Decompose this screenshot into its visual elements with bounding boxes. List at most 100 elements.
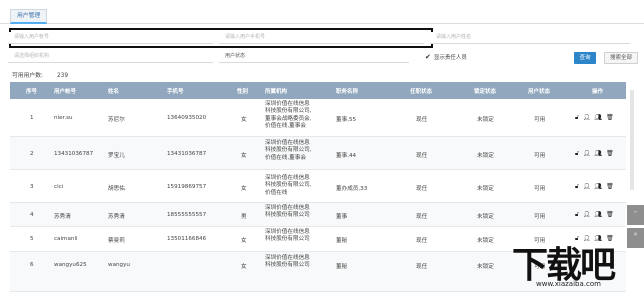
cell-account: 苏秀清 (54, 214, 71, 220)
user-count-label: 可用用户数: (12, 73, 43, 79)
lock-icon[interactable]: 🔓︎ (575, 211, 579, 219)
cell-phone: 13501166846 (167, 236, 207, 242)
trash-icon[interactable]: 🗑︎ (606, 211, 614, 219)
show-responsible-checkbox[interactable]: ✔ 显示责任人员 (425, 53, 467, 61)
user-icon[interactable]: 👤︎ (583, 183, 591, 191)
reset-button[interactable]: 搜索全部 (604, 52, 638, 64)
watermark-logo: 下载吧 www.xiazaiba.com (506, 236, 644, 292)
cell-title: 董秘 (336, 264, 348, 270)
cell-name: 胡思佑 (108, 186, 125, 192)
tab-bar: 用户管理 (0, 0, 644, 24)
cell-org: 深圳价值在线信息科技股份有限公司,价值在线 (265, 175, 312, 196)
header-phone: 手机号 (167, 89, 184, 95)
cell-org: 深圳价值在线信息科技股份有限公司 (265, 255, 310, 269)
header-gender: 性别 (237, 89, 249, 95)
header-name: 姓名 (108, 89, 120, 95)
cell-name: 苏秀清 (108, 214, 125, 220)
header-account: 用户帐号 (54, 89, 77, 95)
trash-icon[interactable]: 🗑︎ (606, 114, 614, 122)
cell-lock: 未锁定 (477, 186, 494, 192)
cell-phone: 15919869757 (167, 184, 207, 190)
cell-job-status: 现任 (416, 238, 428, 244)
user-count-value: 239 (56, 73, 69, 79)
watermark-url: www.xiazaiba.com (536, 280, 601, 288)
cell-lock: 未锁定 (477, 214, 494, 220)
table-row: 2 13431036787 罗宝儿 13431036787 女 深圳价值在线信息… (10, 137, 626, 170)
header-no: 序号 (26, 89, 38, 95)
status-select[interactable]: 用户状态 (219, 51, 409, 63)
scrollbar[interactable] (630, 90, 634, 190)
table-row: 4 苏秀清 苏秀清 18555555557 男 深圳价值在线信息科技股份有限公司… (10, 203, 626, 227)
cell-no: 5 (30, 236, 34, 242)
cell-no: 4 (30, 212, 34, 218)
row-actions: 🔓︎ 👤︎ 👥︎ 🗑︎ (575, 150, 614, 158)
users-icon[interactable]: 👥︎ (595, 211, 603, 219)
cell-user-status: 可用 (534, 153, 546, 159)
table-row: 3 cici 胡思佑 15919869757 女 深圳价值在线信息科技股份有限公… (10, 170, 626, 203)
cell-user-status: 可用 (534, 117, 546, 123)
cell-job-status: 现任 (416, 117, 428, 123)
float-button-top[interactable]: ︿ (627, 205, 644, 225)
cell-phone: 13431036787 (167, 151, 207, 157)
cell-gender: 男 (241, 214, 247, 220)
check-icon: ✔ (425, 53, 431, 61)
cell-org: 深圳价值在线信息科技股份有限公司 (265, 229, 310, 243)
trash-icon[interactable]: 🗑︎ (606, 183, 614, 191)
row-actions: 🔓︎ 👤︎ 👥︎ 🗑︎ (575, 114, 614, 122)
cell-org: 深圳价值在线信息科技股份有限公司 (265, 205, 310, 219)
cell-phone: 18555555557 (167, 212, 207, 218)
cell-no: 2 (30, 151, 34, 157)
cell-job-status: 现任 (416, 214, 428, 220)
trash-icon[interactable]: 🗑︎ (606, 150, 614, 158)
cell-account: 13431036787 (54, 151, 94, 157)
users-icon[interactable]: 👥︎ (595, 114, 603, 122)
filter-row-1: 请输入用户帐号 请输入用户手机号 请输入用户姓名 (8, 32, 630, 46)
table-row: 1 nier.su 苏尼尔 13640935020 女 深圳价值在线信息科技股份… (10, 99, 626, 137)
cell-user-status: 可用 (534, 214, 546, 220)
cell-user-status: 可用 (534, 186, 546, 192)
cell-account: caimanli (54, 236, 78, 242)
cell-gender: 女 (241, 117, 247, 123)
cell-name: 苏尼尔 (108, 117, 125, 123)
cell-lock: 未锁定 (477, 153, 494, 159)
tab-user-management[interactable]: 用户管理 (10, 9, 48, 24)
query-button[interactable]: 查询 (574, 52, 596, 64)
cell-gender: 女 (241, 264, 247, 270)
row-actions: 🔓︎ 👤︎ 👥︎ 🗑︎ (575, 211, 614, 219)
filter-row-2: 请选择组织机构 用户状态 (8, 51, 409, 65)
cell-title: 董事,55 (336, 117, 357, 123)
users-icon[interactable]: 👥︎ (595, 183, 603, 191)
lock-icon[interactable]: 🔓︎ (575, 183, 579, 191)
lock-icon[interactable]: 🔓︎ (575, 114, 579, 122)
header-lock: 锁定状态 (474, 89, 497, 95)
cell-lock: 未锁定 (477, 117, 494, 123)
show-responsible-label: 显示责任人员 (433, 55, 467, 61)
user-icon[interactable]: 👤︎ (583, 150, 591, 158)
cell-lock: 未锁定 (477, 238, 494, 244)
user-icon[interactable]: 👤︎ (583, 211, 591, 219)
users-icon[interactable]: 👥︎ (595, 150, 603, 158)
header-user-status: 用户状态 (528, 89, 551, 95)
org-select[interactable]: 请选择组织机构 (8, 51, 213, 63)
cell-gender: 女 (241, 238, 247, 244)
header-title: 职务名称 (336, 89, 359, 95)
cell-org: 深圳价值在线信息科技股份有限公司,价值在线,董事会 (265, 140, 312, 161)
cell-title: 董事,44 (336, 153, 357, 159)
cell-title: 董事 (336, 214, 348, 220)
chevron-up-icon: ︿ (633, 208, 638, 213)
header-ops: 操作 (592, 89, 604, 95)
cell-no: 6 (30, 262, 34, 268)
header-org: 所属机构 (265, 89, 288, 95)
cell-lock: 未锁定 (477, 264, 494, 270)
user-icon[interactable]: 👤︎ (583, 114, 591, 122)
lock-icon[interactable]: 🔓︎ (575, 150, 579, 158)
cell-account: wangyu625 (54, 262, 87, 268)
cell-gender: 女 (241, 153, 247, 159)
cell-name: wangyu (108, 262, 130, 268)
header-job-status: 任职状态 (410, 89, 433, 95)
account-input[interactable]: 请输入用户帐号 (8, 32, 213, 44)
name-input[interactable]: 请输入用户姓名 (430, 32, 630, 44)
phone-input[interactable]: 请输入用户手机号 (219, 32, 424, 44)
table-header: 序号 用户帐号 姓名 手机号 性别 所属机构 职务名称 任职状态 锁定状态 用户… (10, 82, 626, 99)
cell-name: 蔡曼莉 (108, 238, 125, 244)
